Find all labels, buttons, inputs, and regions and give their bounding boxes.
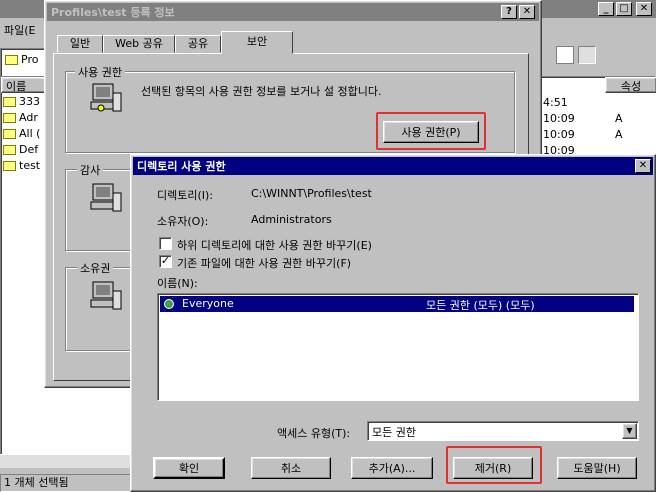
explorer-minimize-button[interactable]: _ [598,2,614,16]
access-type-select[interactable]: 모든 권한 ▼ [367,421,639,441]
folder-icon [3,145,16,155]
owner-label: 소유자(O): [157,215,209,228]
file-attr: A [615,112,623,125]
tab-sharing[interactable]: 공유 [175,35,221,53]
status-bar: 1 개체 선택됨 [0,474,140,492]
file-attr: A [615,128,623,141]
explorer-menu-file[interactable]: 파일(E [4,22,35,38]
tab-web-sharing-label: Web 공유 [115,37,163,50]
cancel-button-label: 취소 [280,462,302,475]
file-time: 4:51 [543,96,568,109]
folder-icon [3,97,16,107]
file-name: 333 [19,95,40,108]
access-type-value: 모든 권한 [372,426,416,439]
directory-permissions-dialog: 디렉토리 사용 권한 ✕ 디렉토리(I): C:\WINNT\Profiles\… [130,154,656,492]
replace-files-label[interactable]: 기존 파일에 대한 사용 권한 바꾸기(F) [177,255,351,271]
permission-entry-name: Everyone [182,297,234,310]
tab-security[interactable]: 보안 [221,31,293,54]
help-dialog-button[interactable]: 도움말(H) [557,457,637,479]
folder-icon [3,129,16,139]
tree-item-label: Pro [21,53,39,66]
file-name: Def [19,143,39,156]
view-large-icons-button[interactable] [556,46,574,64]
access-type-label: 액세스 유형(T): [277,427,351,440]
column-header-name-label: 이름 [6,80,27,93]
tab-general-label: 일반 [69,37,91,50]
tab-security-label: 보안 [246,35,268,48]
replace-subdir-checkbox[interactable] [159,237,172,250]
tab-web-sharing[interactable]: Web 공유 [103,35,175,53]
file-name: Adr [19,111,38,124]
tab-sharing-label: 공유 [187,37,209,50]
add-button[interactable]: 추가(A)... [351,457,433,479]
dialog-titlebar: 디렉토리 사용 권한 [133,157,653,175]
permission-entries-list[interactable]: Everyone 모든 권한 (모두) (모두) [157,293,639,401]
highlight-remove-button [446,446,542,484]
explorer-maximize-button[interactable]: □ [616,2,632,16]
owner-value: Administrators [251,213,332,226]
help-dialog-button-label: 도움말(H) [573,462,621,475]
replace-files-checkbox[interactable]: ✓ [159,255,172,268]
tree-item[interactable]: Pro [5,53,38,69]
permission-entry-access: 모든 권한 (모두) (모두) [426,299,535,312]
computer-owner-icon [90,281,122,310]
view-details-button[interactable] [578,46,596,64]
folder-icon [3,161,16,171]
everyone-group-icon [164,299,174,309]
file-time: 10:09 [543,112,575,125]
explorer-close-button[interactable]: ✕ [636,2,652,16]
properties-close-button[interactable]: ✕ [519,5,535,19]
audit-group-label: 감사 [77,162,104,178]
ok-button[interactable]: 확인 [153,457,225,479]
file-name: All ( [19,127,41,140]
computer-key-icon [90,83,122,112]
column-header-attr[interactable]: 속성 [605,77,656,93]
horizontal-scrollbar[interactable] [0,454,140,468]
name-label: 이름(N): [157,277,198,290]
status-text: 1 개체 선택됨 [4,476,69,489]
directory-value: C:\WINNT\Profiles\test [251,187,372,200]
highlight-permissions-button [376,112,486,150]
column-header-attr-label: 속성 [620,80,642,93]
permissions-group-label: 사용 권한 [75,64,125,80]
permission-entry-row[interactable]: Everyone 모든 권한 (모두) (모두) [160,296,634,312]
folder-icon [5,55,18,65]
help-button[interactable]: ? [501,5,517,19]
dropdown-arrow-icon[interactable]: ▼ [622,423,637,439]
permissions-description: 선택된 항목의 사용 권한 정보를 보거나 설 정합니다. [141,85,382,98]
ownership-group-label: 소유권 [77,260,114,276]
computer-audit-icon [90,183,122,212]
folder-icon [3,113,16,123]
cancel-button[interactable]: 취소 [251,457,331,479]
tab-general[interactable]: 일반 [57,35,103,53]
check-mark-icon: ✓ [160,254,171,267]
directory-label: 디렉토리(I): [157,189,214,202]
dialog-close-button[interactable]: ✕ [635,159,651,173]
properties-titlebar: Profiles\test 등록 정보 [47,3,539,21]
add-button-label: 추가(A)... [368,462,416,475]
file-name: test [19,159,41,172]
dialog-title: 디렉토리 사용 권한 [137,160,226,173]
properties-title: Profiles\test 등록 정보 [51,6,175,19]
file-time: 10:09 [543,128,575,141]
replace-subdir-label[interactable]: 하위 디렉토리에 대한 사용 권한 바꾸기(E) [177,237,372,253]
ok-button-label: 확인 [178,462,200,475]
